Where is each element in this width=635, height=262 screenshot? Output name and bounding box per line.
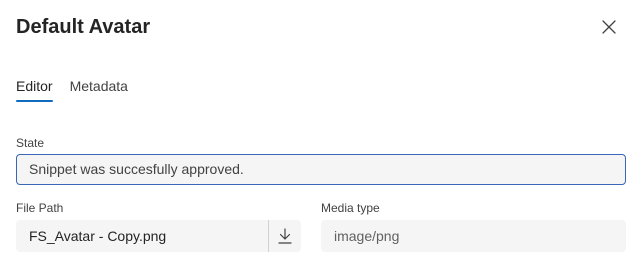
state-field[interactable]: Snippet was succesfully approved. [16,154,626,185]
close-button[interactable] [598,16,620,38]
media-type-label: Media type [321,201,380,215]
tab-list: Editor Metadata [16,76,128,102]
file-path-value: FS_Avatar - Copy.png [29,228,167,244]
tab-editor[interactable]: Editor [16,76,53,102]
close-icon [602,20,616,34]
file-path-field: FS_Avatar - Copy.png [16,220,301,252]
download-icon [278,228,292,244]
tab-metadata[interactable]: Metadata [70,76,128,102]
dialog-title: Default Avatar [16,16,151,38]
state-label: State [16,136,45,150]
download-button[interactable] [269,220,301,252]
file-path-label: File Path [16,201,64,215]
media-type-field: image/png [321,220,626,252]
